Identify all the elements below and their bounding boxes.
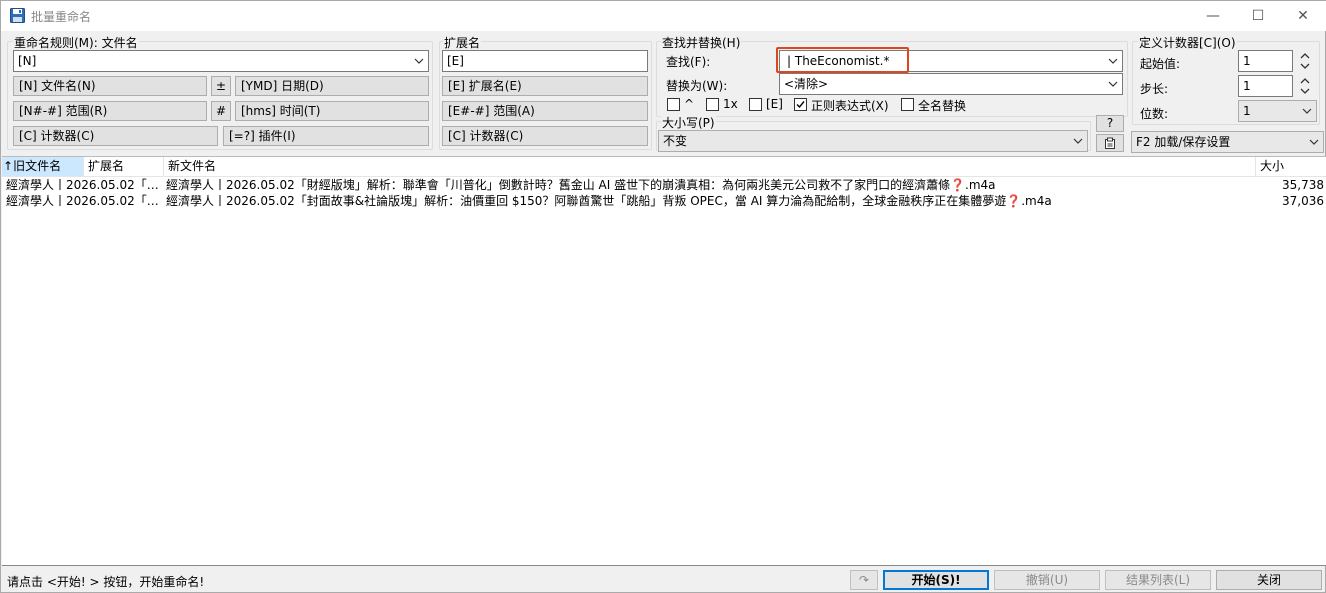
digits-combo[interactable]: 1 xyxy=(1238,100,1317,122)
settings-combo[interactable]: F2 加载/保存设置 xyxy=(1131,131,1324,153)
results-list-button[interactable]: 结果列表(L) xyxy=(1105,570,1211,590)
replace-combo[interactable]: <清除> xyxy=(779,73,1123,95)
counter-group-label: 定义计数器[C](O) xyxy=(1138,34,1237,51)
start-button[interactable]: 开始(S)! xyxy=(883,570,989,590)
close-button[interactable]: 关闭 xyxy=(1216,570,1322,590)
plus-minus-button[interactable]: ± xyxy=(211,76,231,96)
redo-button[interactable]: ↷ xyxy=(850,570,878,590)
once-option-label: 1x xyxy=(723,97,738,111)
hash-button[interactable]: # xyxy=(211,101,231,121)
regex-checkbox[interactable] xyxy=(794,98,807,111)
replace-label: 替换为(W): xyxy=(666,79,728,93)
save-disk-icon xyxy=(10,8,25,23)
maximize-button[interactable]: ☐ xyxy=(1235,1,1281,31)
fullname-option-label: 全名替换 xyxy=(918,99,967,113)
new-filename-cell: 經濟學人丨2026.05.02「財經版塊」解析：聯準會「川普化」倒數計時？舊金山… xyxy=(166,178,996,192)
insert-date-button[interactable]: [YMD] 日期(D) xyxy=(235,76,429,96)
old-filename-cell: 經濟學人丨2026.05.02「… xyxy=(6,178,159,192)
case-combo[interactable]: 不变 xyxy=(658,130,1088,152)
regex-option-label: 正则表达式(X) xyxy=(811,99,889,113)
replace-value: <清除> xyxy=(784,77,829,91)
settings-value: F2 加载/保存设置 xyxy=(1136,135,1231,149)
clipboard-icon xyxy=(1105,137,1115,149)
chevron-down-icon xyxy=(1107,52,1119,70)
file-list[interactable]: ↑旧文件名 扩展名 新文件名 大小 經濟學人丨2026.05.02「… 經濟學人… xyxy=(2,156,1326,566)
extension-input[interactable]: [E] xyxy=(442,50,648,72)
insert-extension-button[interactable]: [E] 扩展名(E) xyxy=(442,76,648,96)
checkmark-icon xyxy=(796,101,805,109)
status-message: 请点击 <开始! > 按钮，开始重命名! xyxy=(7,575,205,589)
once-checkbox[interactable] xyxy=(706,98,719,111)
case-label: 大小写(P) xyxy=(661,114,716,131)
insert-filename-button[interactable]: [N] 文件名(N) xyxy=(13,76,207,96)
extension-label: 扩展名 xyxy=(443,34,482,51)
find-highlight-box xyxy=(776,47,909,73)
insert-plugin-button[interactable]: [=?] 插件(I) xyxy=(223,126,429,146)
chevron-down-icon xyxy=(1301,102,1313,120)
chevron-down-icon xyxy=(413,52,425,70)
start-label: 起始值: xyxy=(1140,57,1181,71)
rename-rule-label: 重命名规则(M): 文件名 xyxy=(13,34,139,51)
fullname-checkbox[interactable] xyxy=(901,98,914,111)
minimize-button[interactable]: — xyxy=(1190,1,1236,31)
insert-range-button[interactable]: [N#-#] 范围(R) xyxy=(13,101,207,121)
old-filename-cell: 經濟學人丨2026.05.02「… xyxy=(6,194,159,208)
step-spinner[interactable] xyxy=(1299,75,1313,97)
step-label: 步长: xyxy=(1140,82,1169,96)
column-old-name-label: 旧文件名 xyxy=(13,159,62,173)
window-title: 批量重命名 xyxy=(31,10,92,24)
case-value: 不变 xyxy=(663,134,688,148)
new-filename-cell: 經濟學人丨2026.05.02「封面故事&社論版塊」解析：油價重回 $150？阿… xyxy=(166,194,1052,208)
insert-counter-button[interactable]: [C] 计数器(C) xyxy=(13,126,218,146)
insert-ext-range-button[interactable]: [E#-#] 范围(A) xyxy=(442,101,648,121)
rename-rule-combo[interactable]: [N] xyxy=(13,50,429,72)
caret-option-label: ^ xyxy=(684,97,695,111)
find-label: 查找(F): xyxy=(666,55,711,69)
batch-rename-window: 批量重命名 — ☐ ✕ 重命名规则(M): 文件名 [N] [N] 文件名(N)… xyxy=(0,0,1326,593)
sort-up-icon: ↑ xyxy=(3,159,14,173)
digits-value: 1 xyxy=(1243,104,1251,118)
help-button[interactable]: ? xyxy=(1096,115,1124,132)
start-value-input[interactable]: 1 xyxy=(1238,50,1293,72)
step-value-input[interactable]: 1 xyxy=(1238,75,1293,97)
rename-rule-value: [N] xyxy=(18,54,37,68)
chevron-down-icon xyxy=(1072,132,1084,150)
ext-option-label: [E] xyxy=(766,97,783,111)
insert-time-button[interactable]: [hms] 时间(T) xyxy=(235,101,429,121)
find-replace-label: 查找并替换(H) xyxy=(661,34,742,51)
ext-checkbox[interactable] xyxy=(749,98,762,111)
column-header-new-name[interactable]: 新文件名 xyxy=(164,157,1256,176)
size-cell: 35,738 xyxy=(1282,178,1324,192)
column-header-old-name[interactable]: ↑旧文件名 xyxy=(2,157,84,176)
chevron-down-icon xyxy=(1107,75,1119,93)
insert-ext-counter-button[interactable]: [C] 计数器(C) xyxy=(442,126,648,146)
table-row[interactable]: 經濟學人丨2026.05.02「… 經濟學人丨2026.05.02「封面故事&社… xyxy=(2,193,1324,209)
table-row[interactable]: 經濟學人丨2026.05.02「… 經濟學人丨2026.05.02「財經版塊」解… xyxy=(2,177,1324,193)
size-cell: 37,036 xyxy=(1282,194,1324,208)
close-window-button[interactable]: ✕ xyxy=(1280,1,1326,31)
column-header-extension[interactable]: 扩展名 xyxy=(84,157,164,176)
chevron-down-icon xyxy=(1308,133,1320,151)
clipboard-button[interactable] xyxy=(1096,134,1124,152)
column-header-size[interactable]: 大小 xyxy=(1256,157,1326,176)
redo-icon: ↷ xyxy=(858,573,870,587)
title-bar: 批量重命名 — ☐ ✕ xyxy=(1,1,1326,31)
caret-checkbox[interactable] xyxy=(667,98,680,111)
digits-label: 位数: xyxy=(1140,107,1169,121)
undo-button[interactable]: 撤销(U) xyxy=(994,570,1100,590)
start-spinner[interactable] xyxy=(1299,50,1313,72)
